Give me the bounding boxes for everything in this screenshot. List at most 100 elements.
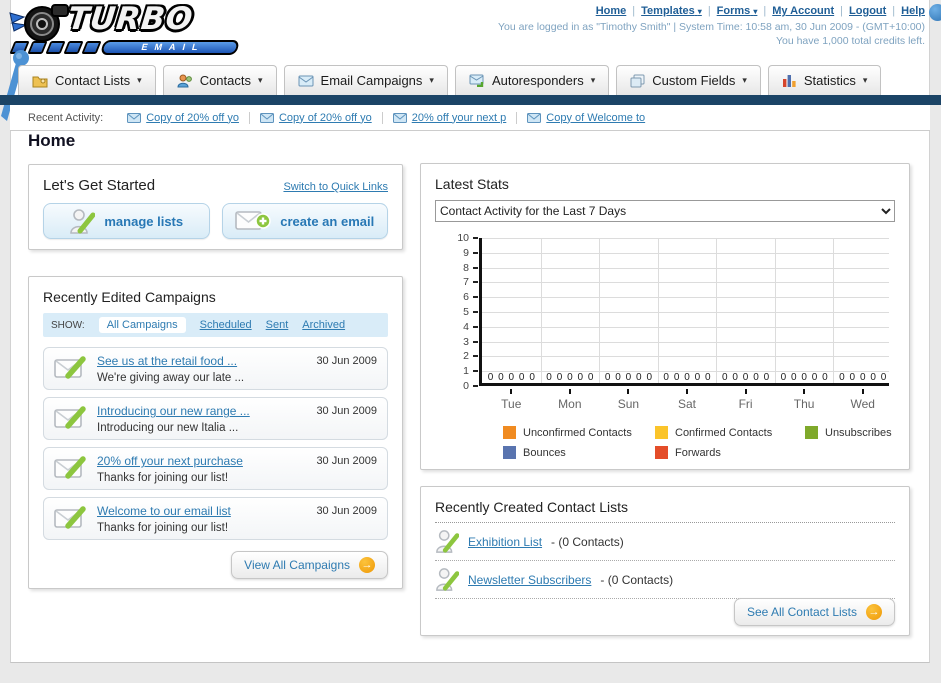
header-link-logout[interactable]: Logout (849, 5, 886, 17)
legend-label: Bounces (523, 446, 566, 459)
bar-value-label: 0 (839, 372, 845, 383)
turbo-email-home-page: { "app_name": "Turbo Email", "colors": {… (0, 0, 941, 683)
help-bubble-icon[interactable] (929, 4, 941, 21)
bar-value-label: 0 (498, 372, 504, 383)
bar-value-label: 0 (801, 372, 807, 383)
legend-label: Unsubscribes (825, 426, 892, 439)
filter-archived[interactable]: Archived (302, 319, 345, 331)
header-link-help[interactable]: Help (901, 5, 925, 17)
campaign-card[interactable]: 20% off your next purchase Thanks for jo… (43, 447, 388, 490)
gridline-horizontal (482, 238, 889, 239)
tab-statistics[interactable]: Statistics ▾ (767, 65, 882, 95)
stats-chart-plot: 00000000000000000000000000000000000 (479, 238, 889, 386)
tab-label: Contact Lists (55, 73, 131, 88)
bar-value-label: 0 (487, 372, 494, 383)
view-all-campaigns-button[interactable]: View All Campaigns → (231, 551, 388, 579)
fields-icon (630, 74, 645, 87)
campaign-title-link[interactable]: 20% off your next purchase (97, 454, 243, 468)
main-nav: Contact Lists ▾ Contacts ▾ Email Campaigns… (10, 65, 930, 95)
bar-value-label: 0 (663, 372, 669, 383)
switch-quick-links[interactable]: Switch to Quick Links (283, 181, 388, 193)
x-axis-label: Tue (501, 397, 522, 411)
create-email-button[interactable]: create an email (221, 203, 388, 239)
campaign-card[interactable]: Welcome to our email list Thanks for joi… (43, 497, 388, 540)
bar-value-label: 0 (753, 372, 759, 383)
arrow-right-icon: → (359, 557, 375, 573)
gridline-horizontal (482, 267, 889, 269)
envelope-plus-icon (235, 210, 272, 230)
gridline-vertical (716, 238, 718, 383)
header-link-templates[interactable]: Templates ▾ (641, 5, 702, 17)
contacts-icon (177, 74, 192, 87)
filter-all-campaigns[interactable]: All Campaigns (98, 317, 186, 333)
recent-campaigns-panel: Recently Edited Campaigns SHOW: All Camp… (28, 276, 403, 589)
contact-lists-panel: Recently Created Contact Lists Exhibitio… (420, 486, 910, 636)
envelope-pencil-icon (54, 406, 86, 429)
contact-list-link[interactable]: Exhibition List (468, 535, 542, 549)
y-axis-tick (473, 385, 478, 387)
campaign-title-link[interactable]: Welcome to our email list (97, 504, 231, 518)
contact-list-link[interactable]: Newsletter Subscribers (468, 573, 591, 587)
y-axis-tick (473, 237, 478, 239)
legend-item: Forwards (655, 446, 805, 459)
x-axis-label: Sat (677, 397, 696, 411)
bar-value-label: 0 (615, 372, 621, 383)
see-all-contact-lists-label: See All Contact Lists (746, 605, 857, 619)
separator: | (840, 5, 844, 17)
tab-label: Statistics (803, 73, 856, 88)
bar-value-label: 0 (646, 372, 653, 383)
separator: | (632, 5, 636, 17)
bar-value-label: 0 (870, 372, 876, 383)
envelope-icon (127, 112, 142, 123)
bar-value-label: 0 (732, 372, 738, 383)
tab-email-campaigns[interactable]: Email Campaigns ▾ (283, 65, 448, 95)
gridline-horizontal (482, 252, 889, 254)
header-top-area: Home | Templates ▾ | Forms ▾ | My Account | Logo… (498, 5, 925, 47)
campaign-date: 30 Jun 2009 (316, 405, 377, 417)
campaign-subtitle: Thanks for joining our list! (97, 472, 229, 485)
login-status-text: You are logged in as "Timothy Smith" | S… (498, 21, 925, 33)
folder-contact-icon (32, 76, 48, 87)
arrow-right-icon: → (866, 604, 882, 620)
bar-value-label: 0 (763, 372, 770, 383)
recent-activity-label: Recent Activity: (28, 111, 104, 124)
campaign-title-link[interactable]: See us at the retail food ... (97, 354, 237, 368)
tab-autoresponders[interactable]: Autoresponders ▾ (454, 65, 610, 95)
header-link-forms[interactable]: Forms ▾ (717, 5, 758, 17)
x-axis-tick (510, 389, 513, 394)
manage-lists-label: manage lists (104, 213, 184, 229)
manage-lists-button[interactable]: manage lists (43, 203, 210, 239)
logo-email-bar: EMAIL (100, 40, 240, 55)
y-axis-label: 10 (457, 232, 469, 244)
tab-contacts[interactable]: Contacts ▾ (162, 65, 277, 95)
campaign-card[interactable]: See us at the retail food ... We're givi… (43, 347, 388, 390)
recent-activity-link[interactable]: Copy of 20% off yo (279, 112, 372, 124)
see-all-contact-lists-button[interactable]: See All Contact Lists → (733, 598, 895, 626)
tab-custom-fields[interactable]: Custom Fields ▾ (616, 65, 761, 95)
campaign-title-link[interactable]: Introducing our new range ... (97, 404, 250, 418)
header-link-my-account[interactable]: My Account (772, 5, 834, 17)
x-axis-tick (803, 389, 806, 394)
dropdown-caret-icon: ▾ (697, 7, 702, 16)
recent-activity-link[interactable]: Copy of 20% off yo (146, 112, 239, 124)
campaign-card[interactable]: Introducing our new range ... Introducin… (43, 397, 388, 440)
tab-contact-lists[interactable]: Contact Lists ▾ (18, 65, 156, 95)
y-axis-label: 5 (463, 306, 469, 318)
gridline-horizontal (482, 282, 889, 284)
separator: | (763, 5, 767, 17)
stats-period-select[interactable]: Contact Activity for the Last 7 Days (435, 200, 895, 222)
filter-sent[interactable]: Sent (266, 319, 289, 331)
envelope-icon (392, 112, 407, 123)
recent-activity-link[interactable]: Copy of Welcome to (546, 112, 645, 124)
envelope-icon (298, 75, 314, 86)
recent-activity-link[interactable]: 20% off your next p (412, 112, 507, 124)
campaign-subtitle: We're giving away our late ... (97, 372, 245, 385)
gridline-horizontal (482, 326, 889, 328)
bar-value-label: 0 (636, 372, 642, 383)
header-link-home[interactable]: Home (596, 5, 627, 17)
tab-label: Custom Fields (652, 73, 736, 88)
logo-stripe (81, 41, 102, 54)
envelope-pencil-icon (54, 356, 86, 379)
legend-label: Forwards (675, 446, 721, 459)
filter-scheduled[interactable]: Scheduled (200, 319, 252, 331)
